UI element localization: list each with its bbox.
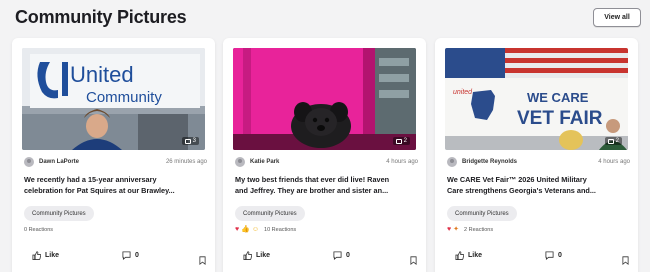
photo-count: 2	[403, 138, 407, 144]
comment-button[interactable]: 0	[545, 251, 562, 260]
thumbs-up-icon	[243, 251, 252, 260]
section-header: Community Pictures View all	[0, 0, 650, 36]
post-photo[interactable]: United Community 3	[22, 48, 205, 150]
comment-icon	[333, 251, 342, 260]
sign-small: united	[453, 89, 473, 96]
author-name[interactable]: Bridgette Reynolds	[462, 159, 517, 165]
author-row: Dawn LaPorte 26 minutes ago	[24, 156, 207, 168]
photo-count: 2	[615, 138, 619, 144]
author-name[interactable]: Katie Park	[250, 159, 279, 165]
comment-count: 0	[135, 252, 139, 259]
party-icon: ✦	[453, 226, 460, 233]
post-text[interactable]: We CARE Vet Fair™ 2026 United Military C…	[447, 174, 630, 196]
post-text[interactable]: We recently had a 15-year anniversary ce…	[24, 174, 207, 196]
like-label: Like	[45, 252, 60, 259]
reactions-summary[interactable]: ♥ 👍 ☺ 10 Reactions	[235, 225, 296, 235]
post-time: 4 hours ago	[598, 159, 630, 165]
comment-button[interactable]: 0	[122, 251, 139, 260]
category-tag[interactable]: Community Pictures	[235, 206, 305, 221]
thumbs-up-icon: 👍	[241, 226, 250, 233]
like-button[interactable]: Like	[243, 251, 270, 260]
sign-line-1: WE CARE	[527, 90, 589, 105]
bookmark-icon	[622, 256, 629, 265]
laugh-icon: ☺	[251, 226, 260, 233]
author-row: Katie Park 4 hours ago	[235, 156, 418, 168]
heart-icon: ♥	[235, 226, 240, 233]
photo-count-badge: 2	[392, 137, 410, 145]
comment-icon	[122, 251, 131, 260]
comment-button[interactable]: 0	[333, 251, 350, 260]
bookmark-icon	[199, 256, 206, 265]
reactions-count: 2 Reactions	[464, 227, 494, 233]
avatar[interactable]	[447, 157, 457, 167]
author-name[interactable]: Dawn LaPorte	[39, 159, 79, 165]
section-title: Community Pictures	[15, 7, 187, 27]
reactions-summary[interactable]: 0 Reactions	[24, 225, 53, 235]
photo-count-icon	[395, 138, 402, 144]
post-text-line-2: celebration for Pat Squires at our Brawl…	[24, 186, 175, 195]
heart-icon: ♥	[447, 226, 452, 233]
photo-count-badge: 3	[181, 137, 199, 145]
bookmark-icon	[410, 256, 417, 265]
post-text-line-2: and Jeffrey. They are brother and sister…	[235, 186, 389, 195]
reactions-count: 10 Reactions	[264, 227, 297, 233]
post-text-line-1: My two best friends that ever did live! …	[235, 175, 390, 184]
photo-count-icon	[607, 138, 614, 144]
comment-count: 0	[346, 252, 350, 259]
post-time: 4 hours ago	[386, 159, 418, 165]
comment-count: 0	[558, 252, 562, 259]
office-photo-illustration: United Community	[22, 48, 205, 150]
post-photo[interactable]: 2	[233, 48, 416, 150]
category-tag[interactable]: Community Pictures	[24, 206, 94, 221]
dogs-photo-illustration	[233, 48, 416, 150]
bookmark-button[interactable]	[410, 252, 417, 270]
post-card[interactable]: United Community 3 Dawn LaPorte 26 minut…	[12, 38, 215, 272]
like-button[interactable]: Like	[32, 251, 59, 260]
thumbs-up-icon	[455, 251, 464, 260]
sign-line-2: VET FAIR	[517, 108, 603, 129]
vet-fair-photo-illustration: united WE CARE VET FAIR	[445, 48, 628, 150]
post-text-line-1: We recently had a 15-year anniversary	[24, 175, 157, 184]
photo-count-badge: 2	[604, 137, 622, 145]
post-text[interactable]: My two best friends that ever did live! …	[235, 174, 418, 196]
like-label: Like	[468, 252, 483, 259]
post-time: 26 minutes ago	[165, 159, 207, 165]
photo-count-icon	[184, 138, 191, 144]
post-actions: Like 0	[447, 251, 630, 265]
bookmark-button[interactable]	[622, 252, 629, 270]
sign-line-1: United	[70, 62, 134, 87]
comment-icon	[545, 251, 554, 260]
like-label: Like	[256, 252, 271, 259]
post-actions: Like 0	[235, 251, 418, 265]
view-all-button[interactable]: View all	[593, 8, 641, 27]
bookmark-button[interactable]	[199, 252, 206, 270]
post-actions: Like 0	[24, 251, 207, 265]
reactions-count: 0 Reactions	[24, 227, 54, 233]
post-photo[interactable]: united WE CARE VET FAIR 2	[445, 48, 628, 150]
sign-line-2: Community	[86, 89, 162, 106]
avatar[interactable]	[24, 157, 34, 167]
reactions-summary[interactable]: ♥ ✦ 2 Reactions	[447, 225, 493, 235]
post-card[interactable]: united WE CARE VET FAIR 2 Bridgette Reyn…	[435, 38, 638, 272]
post-text-line-2: Care strengthens Georgia's Veterans and.…	[447, 186, 596, 195]
author-row: Bridgette Reynolds 4 hours ago	[447, 156, 630, 168]
post-text-line-1: We CARE Vet Fair™ 2026 United Military	[447, 175, 587, 184]
photo-count: 3	[192, 138, 196, 144]
category-tag[interactable]: Community Pictures	[447, 206, 517, 221]
thumbs-up-icon	[32, 251, 41, 260]
post-card[interactable]: 2 Katie Park 4 hours ago My two best fri…	[223, 38, 426, 272]
like-button[interactable]: Like	[455, 251, 482, 260]
avatar[interactable]	[235, 157, 245, 167]
